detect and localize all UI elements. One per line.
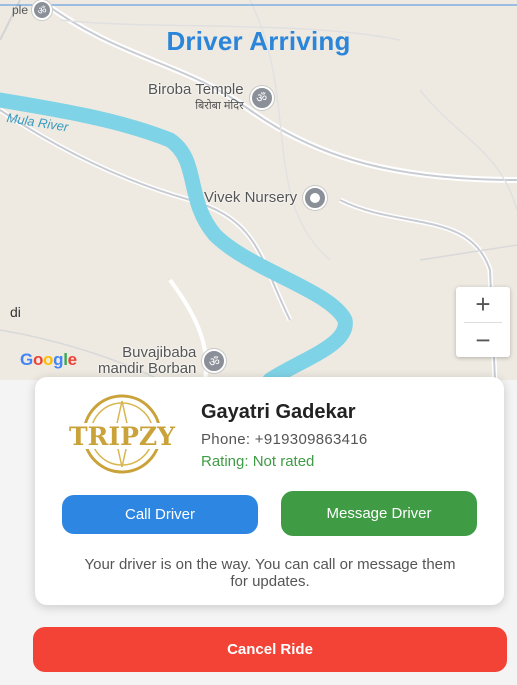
left-edge-label: di [10, 304, 21, 320]
temple-icon: ॐ [32, 0, 53, 20]
cancel-ride-button[interactable]: Cancel Ride [33, 627, 507, 672]
driver-rating: Rating: Not rated [201, 453, 315, 470]
poi-biroba-temple[interactable]: Biroba Temple बिरोबा मंदिर ॐ [148, 82, 274, 113]
driver-name: Gayatri Gadekar [201, 401, 356, 423]
tripzy-logo: TRIPZY [64, 394, 180, 474]
temple-icon: ॐ [202, 349, 227, 373]
driver-phone: Phone: +919309863416 [201, 431, 368, 448]
status-message: Your driver is on the way. You can call … [84, 556, 456, 590]
zoom-out-button[interactable]: − [456, 323, 510, 358]
zoom-controls: + − [456, 287, 510, 357]
map-view[interactable]: Driver Arriving ple ॐ Biroba Temple बिरो… [0, 0, 517, 380]
place-icon [303, 186, 328, 210]
temple-icon: ॐ [249, 85, 274, 110]
zoom-in-button[interactable]: + [456, 287, 510, 322]
google-logo: Google [20, 350, 77, 369]
poi-buvajibaba-mandir[interactable]: Buvajibaba mandir Borban ॐ [98, 345, 227, 377]
call-driver-button[interactable]: Call Driver [62, 495, 258, 534]
top-left-edge-label: ple ॐ [12, 0, 53, 20]
driver-card: TRIPZY Gayatri Gadekar Phone: +919309863… [35, 377, 504, 605]
poi-vivek-nursery[interactable]: Vivek Nursery [204, 186, 328, 210]
svg-text:TRIPZY: TRIPZY [69, 422, 176, 451]
message-driver-button[interactable]: Message Driver [281, 491, 477, 536]
map-title: Driver Arriving [166, 26, 351, 56]
